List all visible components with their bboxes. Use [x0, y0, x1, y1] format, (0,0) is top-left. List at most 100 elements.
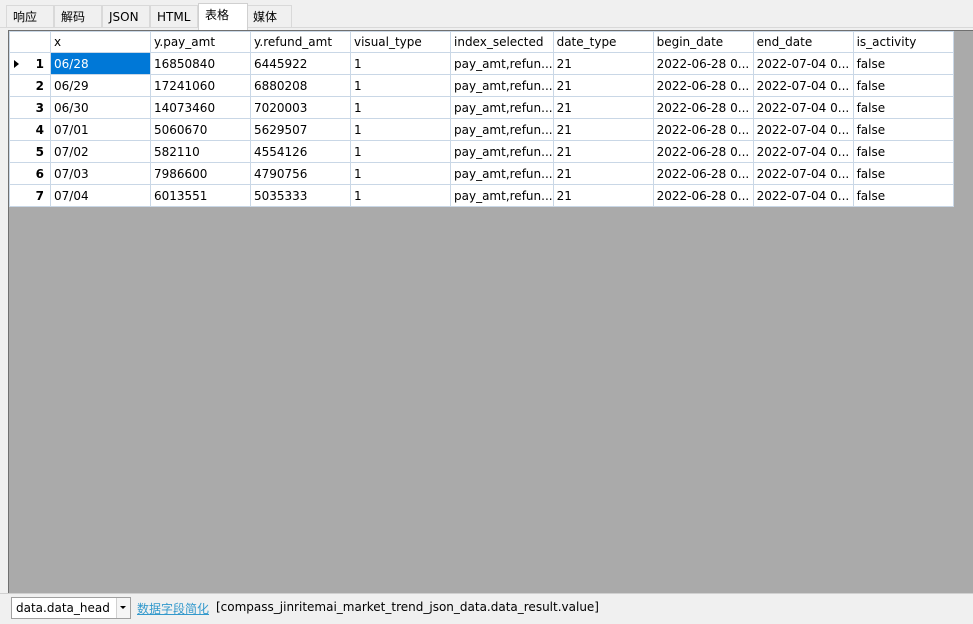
- grid-cell[interactable]: 07/04: [50, 184, 151, 207]
- grid-cell[interactable]: false: [852, 118, 954, 141]
- table-row[interactable]: 5 07/02 582110 4554126 1 pay_amt,refun... 21 20…: [9, 140, 954, 163]
- grid-cell[interactable]: 06/30: [50, 96, 151, 119]
- grid-cell[interactable]: 5060670: [150, 118, 251, 141]
- grid-cell[interactable]: 1: [350, 162, 451, 185]
- grid-cell[interactable]: 2022-06-28 0...: [652, 74, 754, 97]
- grid-cell[interactable]: pay_amt,refun...: [450, 74, 554, 97]
- column-header[interactable]: x: [50, 31, 151, 53]
- tab-media[interactable]: 媒体: [246, 5, 292, 27]
- column-header[interactable]: visual_type: [350, 31, 451, 53]
- grid-cell[interactable]: pay_amt,refun...: [450, 96, 554, 119]
- grid-cell[interactable]: false: [852, 184, 954, 207]
- grid-cell[interactable]: 21: [552, 184, 654, 207]
- grid-cell[interactable]: false: [852, 96, 954, 119]
- table-row[interactable]: 1 06/28 16850840 6445922 1 pay_amt,refun... 21…: [9, 52, 954, 75]
- grid-cell[interactable]: 1: [350, 184, 451, 207]
- grid-cell[interactable]: false: [852, 52, 954, 75]
- table-row[interactable]: 3 06/30 14073460 7020003 1 pay_amt,refun... 21…: [9, 96, 954, 119]
- grid-cell[interactable]: 1: [350, 52, 451, 75]
- column-header[interactable]: date_type: [552, 31, 654, 53]
- data-grid[interactable]: x y.pay_amt y.refund_amt visual_type ind…: [8, 30, 973, 593]
- table-row[interactable]: 2 06/29 17241060 6880208 1 pay_amt,refun... 21…: [9, 74, 954, 97]
- grid-cell[interactable]: false: [852, 140, 954, 163]
- grid-cell[interactable]: 07/03: [50, 162, 151, 185]
- grid-cell[interactable]: 2022-07-04 0...: [752, 184, 854, 207]
- tab-table[interactable]: 表格: [198, 3, 248, 30]
- grid-cell[interactable]: 4790756: [250, 162, 351, 185]
- grid-cell[interactable]: 582110: [150, 140, 251, 163]
- grid-cell[interactable]: 2022-06-28 0...: [652, 52, 754, 75]
- grid-cell[interactable]: 6880208: [250, 74, 351, 97]
- grid-cell[interactable]: 6445922: [250, 52, 351, 75]
- grid-cell[interactable]: 5629507: [250, 118, 351, 141]
- combo-dropdown-button[interactable]: [116, 598, 130, 618]
- grid-cell[interactable]: 21: [552, 162, 654, 185]
- grid-cell[interactable]: pay_amt,refun...: [450, 162, 554, 185]
- tab-response[interactable]: 响应: [6, 5, 54, 27]
- row-header[interactable]: 1: [9, 52, 51, 75]
- grid-cell[interactable]: 2022-06-28 0...: [652, 118, 754, 141]
- row-header[interactable]: 3: [9, 96, 51, 119]
- grid-cell[interactable]: 21: [552, 74, 654, 97]
- grid-cell[interactable]: false: [852, 74, 954, 97]
- grid-cell[interactable]: 6013551: [150, 184, 251, 207]
- row-header[interactable]: 2: [9, 74, 51, 97]
- tab-decode[interactable]: 解码: [54, 5, 102, 27]
- column-header[interactable]: index_selected: [450, 31, 554, 53]
- grid-cell[interactable]: 2022-07-04 0...: [752, 140, 854, 163]
- row-header[interactable]: 7: [9, 184, 51, 207]
- grid-cell[interactable]: 2022-06-28 0...: [652, 96, 754, 119]
- row-header[interactable]: 4: [9, 118, 51, 141]
- grid-cell[interactable]: 2022-06-28 0...: [652, 140, 754, 163]
- tab-json[interactable]: JSON: [102, 5, 150, 27]
- row-header[interactable]: 6: [9, 162, 51, 185]
- grid-cell[interactable]: pay_amt,refun...: [450, 140, 554, 163]
- grid-cell[interactable]: 07/01: [50, 118, 151, 141]
- column-header[interactable]: y.refund_amt: [250, 31, 351, 53]
- grid-cell[interactable]: 1: [350, 118, 451, 141]
- chevron-down-icon: [120, 606, 126, 609]
- grid-cell[interactable]: 2022-07-04 0...: [752, 52, 854, 75]
- row-header[interactable]: 5: [9, 140, 51, 163]
- grid-cell[interactable]: pay_amt,refun...: [450, 184, 554, 207]
- grid-cell[interactable]: 7986600: [150, 162, 251, 185]
- grid-cell[interactable]: 17241060: [150, 74, 251, 97]
- grid-cell[interactable]: 2022-07-04 0...: [752, 96, 854, 119]
- grid-cell[interactable]: 2022-07-04 0...: [752, 162, 854, 185]
- grid-cell[interactable]: pay_amt,refun...: [450, 118, 554, 141]
- column-header[interactable]: begin_date: [652, 31, 754, 53]
- tab-label: 表格: [205, 8, 230, 22]
- grid-cell[interactable]: 06/28: [50, 52, 151, 75]
- grid-cell[interactable]: 21: [552, 140, 654, 163]
- grid-cell[interactable]: 7020003: [250, 96, 351, 119]
- grid-cell[interactable]: 2022-06-28 0...: [652, 184, 754, 207]
- grid-cell[interactable]: false: [852, 162, 954, 185]
- table-row[interactable]: 4 07/01 5060670 5629507 1 pay_amt,refun... 21 2…: [9, 118, 954, 141]
- grid-cell[interactable]: 16850840: [150, 52, 251, 75]
- grid-cell[interactable]: pay_amt,refun...: [450, 52, 554, 75]
- grid-cell[interactable]: 2022-06-28 0...: [652, 162, 754, 185]
- table-row[interactable]: 7 07/04 6013551 5035333 1 pay_amt,refun... 21 2…: [9, 184, 954, 207]
- grid-corner[interactable]: [9, 31, 51, 53]
- table-row[interactable]: 6 07/03 7986600 4790756 1 pay_amt,refun... 21 2…: [9, 162, 954, 185]
- grid-cell[interactable]: 1: [350, 140, 451, 163]
- grid-cell[interactable]: 2022-07-04 0...: [752, 74, 854, 97]
- grid-cell[interactable]: 21: [552, 96, 654, 119]
- grid-cell[interactable]: 21: [552, 52, 654, 75]
- grid-cell[interactable]: 5035333: [250, 184, 351, 207]
- grid-cell[interactable]: 07/02: [50, 140, 151, 163]
- grid-cell[interactable]: 21: [552, 118, 654, 141]
- column-header[interactable]: y.pay_amt: [150, 31, 251, 53]
- tab-label: JSON: [109, 10, 139, 24]
- column-header[interactable]: is_activity: [852, 31, 954, 53]
- grid-cell[interactable]: 2022-07-04 0...: [752, 118, 854, 141]
- grid-cell[interactable]: 1: [350, 96, 451, 119]
- grid-cell[interactable]: 14073460: [150, 96, 251, 119]
- grid-cell[interactable]: 06/29: [50, 74, 151, 97]
- tab-html[interactable]: HTML: [150, 5, 198, 27]
- column-header[interactable]: end_date: [752, 31, 854, 53]
- simplify-fields-link[interactable]: 数据字段简化: [137, 600, 209, 617]
- data-path-combo[interactable]: data.data_head: [11, 597, 131, 619]
- grid-cell[interactable]: 4554126: [250, 140, 351, 163]
- grid-cell[interactable]: 1: [350, 74, 451, 97]
